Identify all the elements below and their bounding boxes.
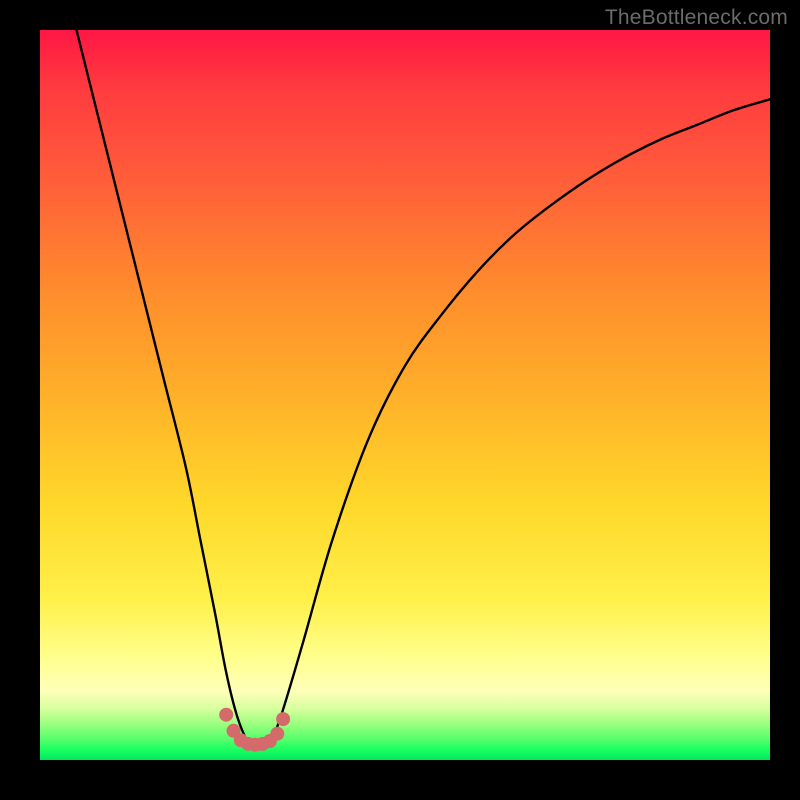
- watermark-text: TheBottleneck.com: [605, 6, 788, 30]
- plot-gradient-background: [40, 30, 770, 760]
- chart-frame: TheBottleneck.com: [0, 0, 800, 800]
